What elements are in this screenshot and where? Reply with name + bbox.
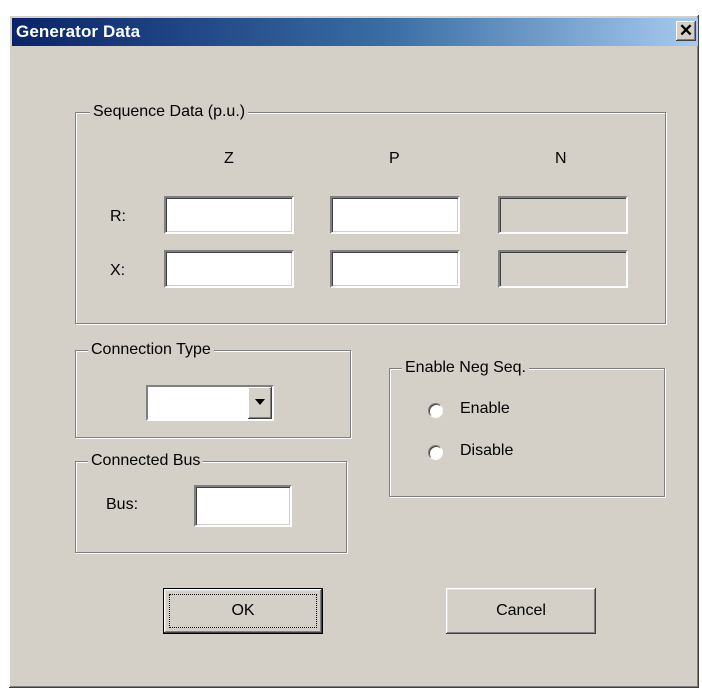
radio-disable[interactable]: Disable bbox=[428, 442, 548, 464]
row-label-x: X: bbox=[110, 262, 126, 279]
chevron-down-icon bbox=[255, 399, 265, 405]
cancel-button[interactable]: Cancel bbox=[446, 588, 596, 634]
close-button[interactable]: ✕ bbox=[676, 21, 696, 41]
ok-button[interactable]: OK bbox=[163, 588, 323, 634]
x-n-input bbox=[498, 250, 628, 288]
radio-enable-label: Enable bbox=[460, 400, 510, 417]
column-header-p: P bbox=[389, 150, 400, 167]
connection-type-legend: Connection Type bbox=[88, 340, 214, 360]
radio-icon bbox=[428, 403, 443, 418]
radio-icon bbox=[428, 445, 443, 460]
dropdown-button[interactable] bbox=[248, 387, 272, 419]
window-title: Generator Data bbox=[16, 22, 141, 41]
cancel-button-label: Cancel bbox=[496, 602, 546, 619]
connected-bus-legend: Connected Bus bbox=[88, 451, 204, 471]
row-label-r: R: bbox=[110, 208, 126, 225]
column-header-n: N bbox=[555, 150, 567, 167]
connection-type-select[interactable] bbox=[146, 385, 274, 421]
radio-enable[interactable]: Enable bbox=[428, 400, 548, 422]
focus-ring bbox=[169, 594, 317, 628]
column-header-z: Z bbox=[224, 150, 234, 167]
r-z-input[interactable] bbox=[164, 196, 294, 234]
x-z-input[interactable] bbox=[164, 250, 294, 288]
r-p-input[interactable] bbox=[330, 196, 460, 234]
title-bar[interactable]: Generator Data ✕ bbox=[12, 18, 698, 46]
r-n-input bbox=[498, 196, 628, 234]
enable-neg-seq-legend: Enable Neg Seq. bbox=[402, 358, 529, 378]
bus-input[interactable] bbox=[194, 485, 292, 527]
x-p-input[interactable] bbox=[330, 250, 460, 288]
sequence-data-legend: Sequence Data (p.u.) bbox=[90, 102, 249, 122]
enable-neg-seq-group: Enable Neg Seq. bbox=[389, 358, 665, 497]
close-icon: ✕ bbox=[678, 21, 694, 40]
radio-disable-label: Disable bbox=[460, 442, 514, 459]
bus-label: Bus: bbox=[106, 496, 139, 513]
